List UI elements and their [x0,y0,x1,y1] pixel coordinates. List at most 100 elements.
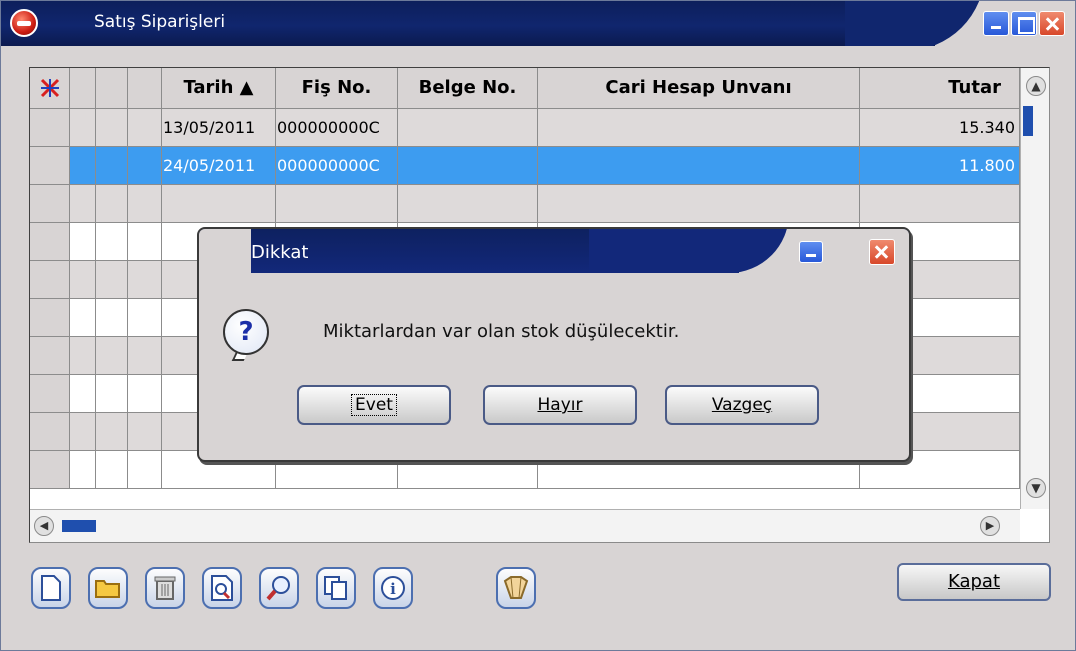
main-window: Satış Siparişleri Tarih ▲ Fiş No. Belge … [0,0,1076,651]
header-tutar[interactable]: Tutar [860,68,1020,109]
grid-header-col4[interactable] [128,68,162,109]
cell-empty[interactable] [96,451,128,489]
new-document-icon[interactable] [31,567,71,609]
cell-empty[interactable] [96,337,128,375]
row-indicator[interactable] [30,299,70,337]
title-bar[interactable]: Satış Siparişleri [1,1,1075,46]
open-folder-icon[interactable] [88,567,128,609]
grid-header-col2[interactable] [70,68,96,109]
cell-empty[interactable] [70,413,96,451]
cell-empty[interactable] [70,261,96,299]
minimize-button[interactable] [983,11,1009,36]
close-window-button[interactable] [1039,11,1065,36]
evet-button[interactable]: Evet [297,385,451,425]
row-indicator[interactable] [30,223,70,261]
cell-empty[interactable] [128,223,162,261]
row-indicator[interactable] [30,375,70,413]
search-icon[interactable] [259,567,299,609]
cell-empty[interactable] [96,261,128,299]
filter-icon[interactable] [496,567,536,609]
scroll-right-icon[interactable]: ▶ [980,516,1000,536]
cell-cari[interactable] [538,185,860,223]
preview-icon[interactable] [202,567,242,609]
cell-empty[interactable] [70,299,96,337]
cell-tutar[interactable] [860,185,1020,223]
table-row[interactable]: 24/05/2011 000000000C 11.800 [30,147,1020,185]
cell-tarih[interactable]: 24/05/2011 [162,147,276,185]
table-row[interactable]: 13/05/2011 000000000C 15.340 [30,109,1020,147]
cell-empty[interactable] [128,109,162,147]
cell-tarih[interactable]: 13/05/2011 [162,109,276,147]
cell-empty[interactable] [70,337,96,375]
header-tarih[interactable]: Tarih ▲ [162,68,276,109]
cell-cari[interactable] [538,147,860,185]
cell-empty[interactable] [70,147,96,185]
cell-empty[interactable] [70,185,96,223]
info-icon[interactable]: i [373,567,413,609]
cell-empty[interactable] [70,375,96,413]
cell-empty[interactable] [70,109,96,147]
horizontal-scrollbar[interactable]: ◀ ▶ [30,509,1020,542]
scroll-up-icon[interactable]: ▲ [1026,76,1046,96]
row-indicator[interactable] [30,413,70,451]
dialog-minimize-button[interactable] [799,241,823,263]
cell-belge-no[interactable] [398,147,538,185]
hayir-label: Hayır [537,395,583,415]
cell-empty[interactable] [128,375,162,413]
grid-header: Tarih ▲ Fiş No. Belge No. Cari Hesap Unv… [30,68,1020,109]
row-indicator[interactable] [30,451,70,489]
cell-empty[interactable] [128,261,162,299]
window-title: Satış Siparişleri [94,12,226,32]
horizontal-scroll-thumb[interactable] [62,520,96,532]
grid-header-col3[interactable] [96,68,128,109]
header-belge-no[interactable]: Belge No. [398,68,538,109]
cell-belge-no[interactable] [398,109,538,147]
row-indicator[interactable] [30,185,70,223]
row-indicator[interactable] [30,337,70,375]
vertical-scrollbar[interactable]: ▲ ▼ [1020,68,1049,509]
cell-empty[interactable] [96,375,128,413]
cell-empty[interactable] [128,413,162,451]
cell-empty[interactable] [96,299,128,337]
cell-empty[interactable] [128,299,162,337]
cell-empty[interactable] [70,223,96,261]
column-chooser-icon[interactable] [30,68,70,109]
cell-tutar[interactable]: 15.340 [860,109,1020,147]
cell-empty[interactable] [128,337,162,375]
row-indicator[interactable] [30,147,70,185]
cell-empty[interactable] [128,451,162,489]
cell-belge-no[interactable] [398,185,538,223]
kapat-button-label: Kapat [947,571,1001,592]
scroll-down-icon[interactable]: ▼ [1026,478,1046,498]
cell-empty[interactable] [128,185,162,223]
cell-empty[interactable] [96,147,128,185]
maximize-button[interactable] [1011,11,1037,36]
kapat-button[interactable]: Kapat [897,563,1051,601]
cell-empty[interactable] [96,109,128,147]
header-cari-hesap-unvani[interactable]: Cari Hesap Unvanı [538,68,860,109]
cell-tarih[interactable] [162,185,276,223]
vertical-scroll-thumb[interactable] [1023,106,1033,136]
row-indicator[interactable] [30,109,70,147]
dialog-title-bar[interactable]: Dikkat [199,229,909,273]
cell-fis-no[interactable] [276,185,398,223]
row-indicator[interactable] [30,261,70,299]
cell-cari[interactable] [538,109,860,147]
dialog-close-button[interactable] [869,239,895,265]
hayir-button[interactable]: Hayır [483,385,637,425]
trash-icon[interactable] [145,567,185,609]
header-fis-no[interactable]: Fiş No. [276,68,398,109]
cell-empty[interactable] [96,223,128,261]
cell-tutar[interactable]: 11.800 [860,147,1020,185]
table-row[interactable] [30,185,1020,223]
scroll-left-icon[interactable]: ◀ [34,516,54,536]
cell-empty[interactable] [96,185,128,223]
vazgec-button[interactable]: Vazgeç [665,385,819,425]
copy-icon[interactable] [316,567,356,609]
cell-empty[interactable] [70,451,96,489]
cell-empty[interactable] [96,413,128,451]
cell-empty[interactable] [128,147,162,185]
cell-fis-no[interactable]: 000000000C [276,109,398,147]
app-icon[interactable] [10,9,38,37]
cell-fis-no[interactable]: 000000000C [276,147,398,185]
